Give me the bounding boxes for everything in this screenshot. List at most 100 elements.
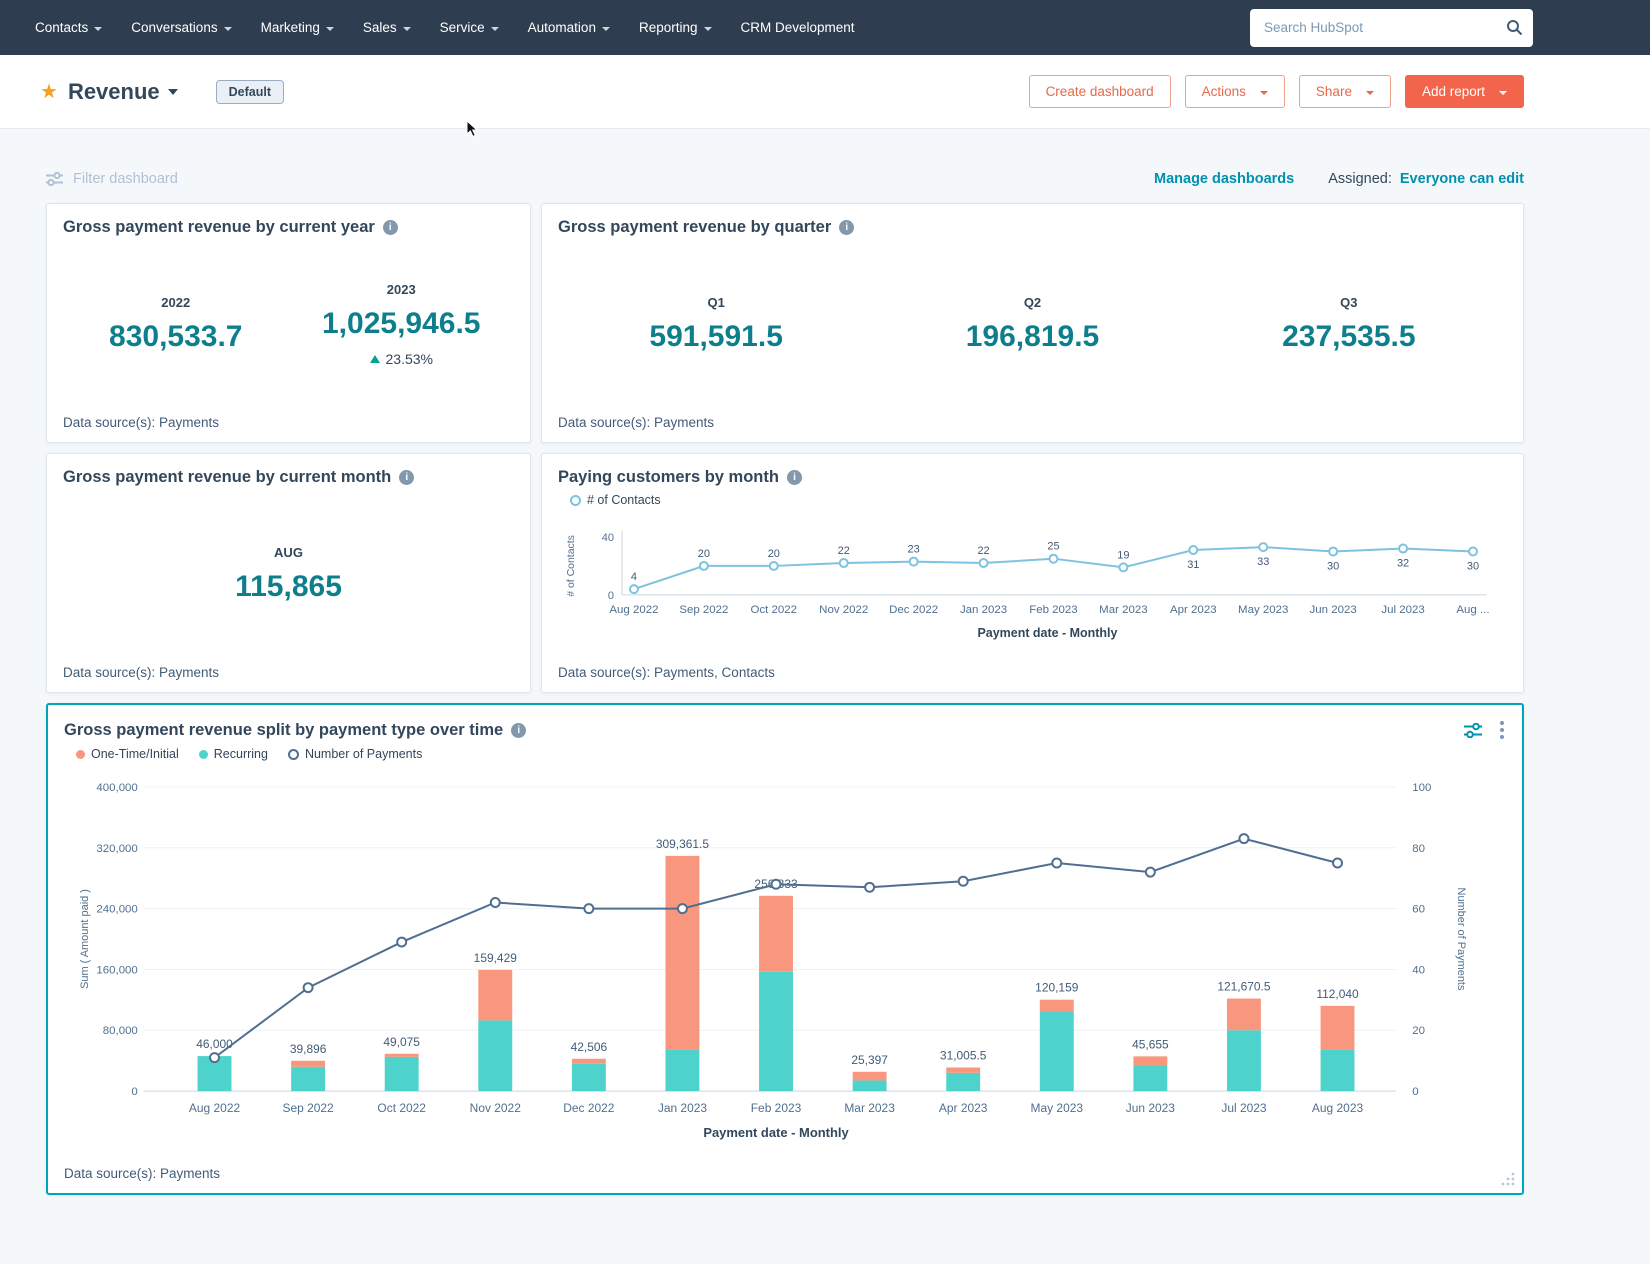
metric-value: 115,865 [235,569,342,603]
legend-marker [198,749,208,759]
svg-text:0: 0 [1412,1086,1418,1098]
metric-value: 196,819.5 [965,319,1100,353]
svg-text:40: 40 [602,532,614,544]
dashboard-header: ★ Revenue Default Create dashboard Actio… [0,55,1650,129]
create-dashboard-button[interactable]: Create dashboard [1028,74,1171,109]
svg-text:80,000: 80,000 [103,1025,138,1037]
manage-dashboards-link[interactable]: Manage dashboards [1154,171,1294,187]
nav-item-reporting[interactable]: Reporting [639,20,712,35]
assigned-value-link[interactable]: Everyone can edit [1400,171,1524,187]
actions-button[interactable]: Actions [1184,74,1285,109]
svg-text:30: 30 [1467,560,1479,572]
svg-text:Mar 2023: Mar 2023 [844,1101,895,1115]
svg-text:112,040: 112,040 [1316,987,1359,1001]
add-report-button[interactable]: Add report [1404,74,1524,109]
svg-text:Mar 2023: Mar 2023 [1099,604,1147,616]
svg-text:120,159: 120,159 [1035,981,1079,995]
info-icon[interactable] [786,470,802,485]
svg-text:159,429: 159,429 [474,951,518,965]
chart-settings-icon[interactable] [1464,722,1482,738]
favorite-star-icon[interactable]: ★ [40,82,58,102]
svg-text:42,506: 42,506 [571,1040,608,1054]
card-title: Paying customers by month [558,468,779,486]
chevron-down-icon [703,26,712,31]
svg-text:Oct 2022: Oct 2022 [751,604,798,616]
svg-text:49,075: 49,075 [383,1035,420,1049]
nav-item-marketing[interactable]: Marketing [261,20,334,35]
dashboard-picker-chevron-icon[interactable] [167,88,178,95]
arrow-up-icon [369,354,380,363]
dashboard-main: Filter dashboard Manage dashboards Assig… [0,129,1650,1195]
nav-item-label: Sales [362,20,397,35]
metric-label: Q2 [1023,294,1042,310]
metric: Q1 591,591.5 [558,295,874,354]
svg-text:45,655: 45,655 [1132,1037,1169,1051]
svg-text:20: 20 [768,548,780,560]
chevron-down-icon [601,26,610,31]
svg-text:60: 60 [1412,904,1425,916]
chevron-down-icon [1499,90,1507,95]
mouse-cursor [466,120,479,138]
metric: Q3 237,535.5 [1191,295,1507,354]
search-input[interactable] [1262,19,1506,36]
toolbar-right: Manage dashboards Assigned: Everyone can… [1154,171,1524,187]
svg-text:Dec 2022: Dec 2022 [563,1101,615,1115]
chevron-down-icon [1259,90,1268,95]
metric-value: 591,591.5 [649,319,783,353]
data-source-label: Data source(s): Payments [64,1166,221,1181]
share-button[interactable]: Share [1298,74,1391,109]
svg-text:40: 40 [1412,964,1425,976]
metric-value: 237,535.5 [1282,319,1416,353]
svg-text:25: 25 [1047,541,1059,553]
svg-text:0: 0 [608,590,614,602]
svg-text:240,000: 240,000 [96,904,137,916]
chart-legend: # of Contacts [570,493,1507,507]
nav-item-automation[interactable]: Automation [528,20,610,35]
global-search[interactable] [1250,8,1533,47]
legend-item: Recurring [198,747,268,761]
metric-delta: 23.53% [289,351,515,367]
paying-customers-chart: 0 40 4 Aug 2022 20 Sep 2022 20 Oct 2022 22 Nov 20… [566,530,1490,640]
svg-text:100: 100 [1412,782,1431,794]
nav-items: Contacts Conversations Marketing Sales Servi… [35,20,884,35]
nav-item-sales[interactable]: Sales [363,20,411,35]
nav-item-contacts[interactable]: Contacts [35,20,103,35]
svg-text:320,000: 320,000 [96,843,137,855]
chart-legend: One-Time/Initial Recurring Number of Payme… [76,747,1506,761]
metric-label: 2023 [386,281,416,297]
svg-text:Jan 2023: Jan 2023 [960,604,1007,616]
svg-text:20: 20 [1412,1025,1425,1037]
svg-text:Jul 2023: Jul 2023 [1221,1101,1267,1115]
svg-text:Number of Payments: Number of Payments [1455,888,1467,991]
card-actions [1464,719,1506,741]
metric: Q2 196,819.5 [874,295,1190,354]
nav-item-conversations[interactable]: Conversations [131,20,232,35]
info-icon[interactable] [511,722,527,738]
legend-item: Number of Payments [287,747,423,761]
nav-item-label: Automation [527,20,596,35]
svg-text:31,005.5: 31,005.5 [940,1049,987,1063]
svg-text:Aug ...: Aug ... [1456,604,1489,616]
legend-label: Number of Payments [304,747,423,761]
nav-item-service[interactable]: Service [440,20,499,35]
svg-text:22: 22 [838,545,850,557]
svg-text:Aug 2022: Aug 2022 [609,604,658,616]
kebab-menu-icon[interactable] [1498,719,1506,741]
nav-item-label: CRM Development [740,20,855,35]
svg-text:Apr 2023: Apr 2023 [1170,604,1217,616]
svg-text:Payment date - Monthly: Payment date - Monthly [978,626,1118,640]
create-dashboard-label: Create dashboard [1045,83,1154,99]
svg-text:22: 22 [977,545,989,557]
search-icon[interactable] [1506,19,1523,36]
metrics-group: Q1 591,591.5 Q2 196,819.5 Q3 237,535.5 [558,233,1507,415]
card-paying-customers-by-month: Paying customers by month # of Contacts … [541,453,1524,693]
chevron-down-icon [325,26,334,31]
svg-text:0: 0 [131,1086,137,1098]
nav-item-crm-development[interactable]: CRM Development [741,20,855,35]
resize-grip[interactable] [1500,1171,1516,1187]
svg-text:Jun 2023: Jun 2023 [1126,1101,1176,1115]
metric-label: AUG [274,544,303,560]
filter-dashboard-button[interactable]: Filter dashboard [46,171,178,187]
svg-text:May 2023: May 2023 [1031,1101,1084,1115]
svg-text:39,896: 39,896 [290,1042,327,1056]
